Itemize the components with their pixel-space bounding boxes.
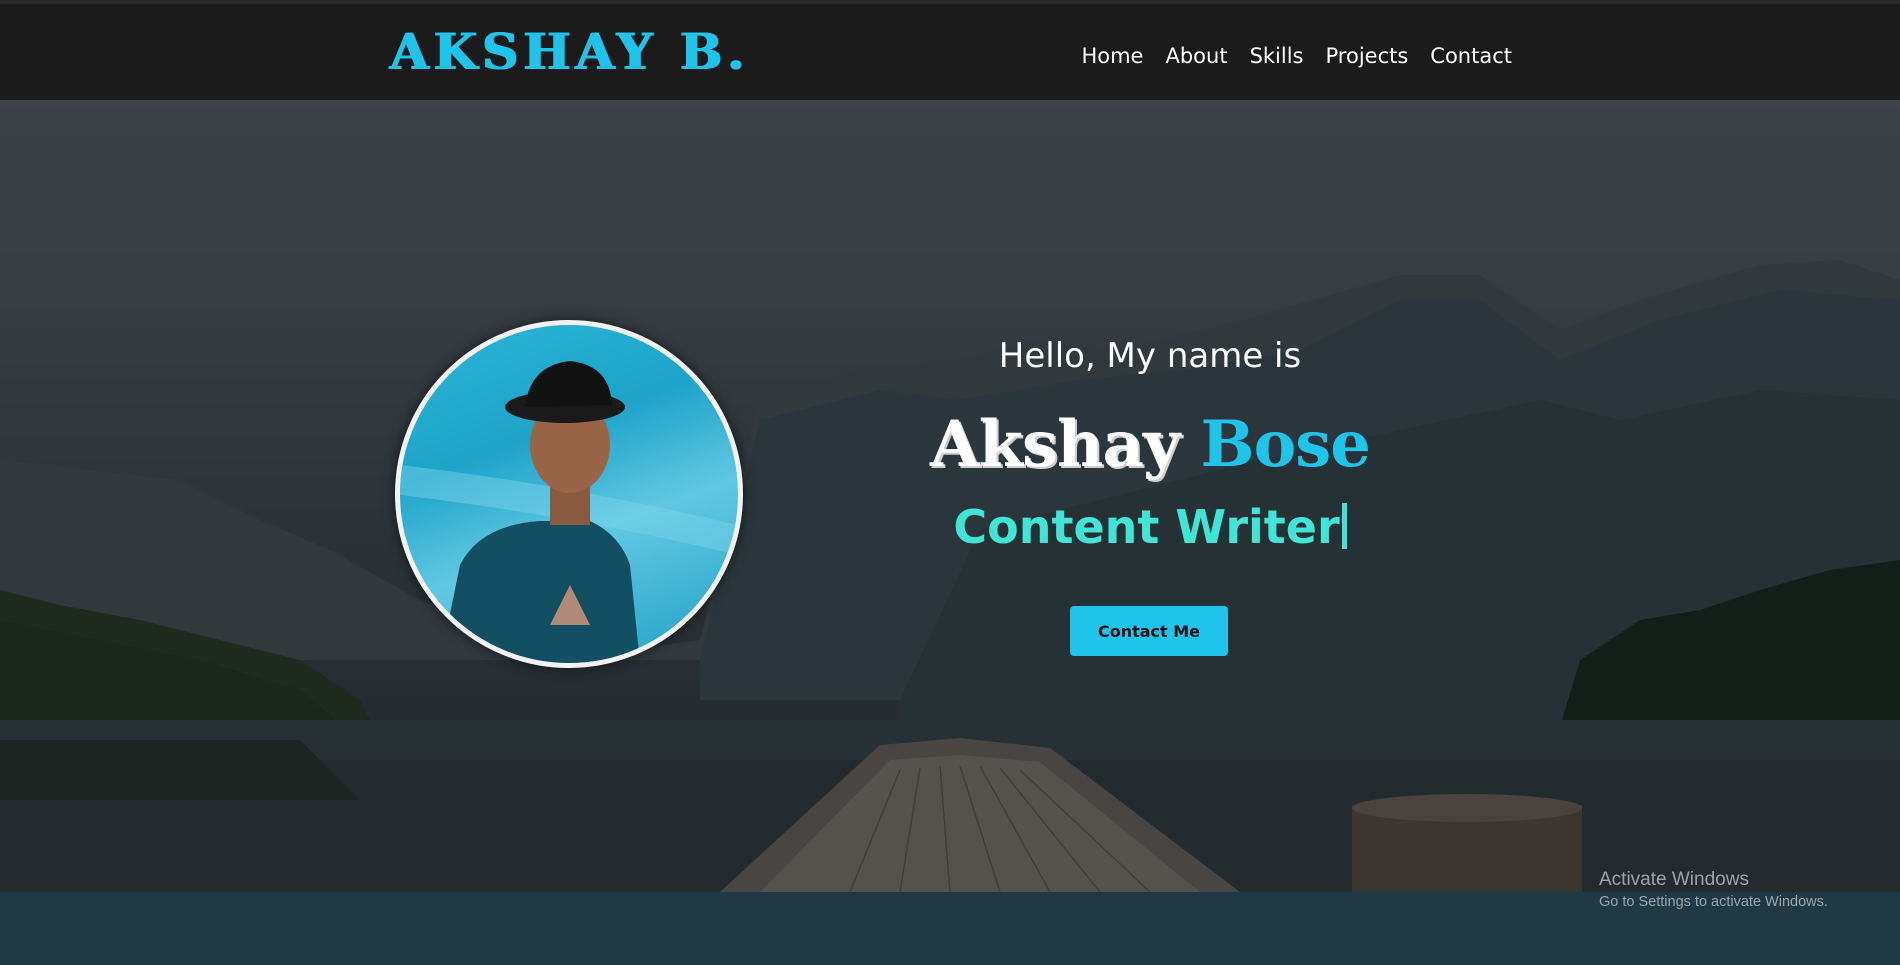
nav-link-about[interactable]: About xyxy=(1165,42,1227,70)
hero-overlay xyxy=(0,100,1900,892)
nav-links: Home About Skills Projects Contact xyxy=(1081,42,1512,70)
hero-last-name: Bose xyxy=(1200,407,1371,482)
contact-me-button[interactable]: Contact Me xyxy=(1070,606,1228,656)
navbar: AKSHAY B. Home About Skills Projects Con… xyxy=(0,0,1900,100)
hero-greeting: Hello, My name is xyxy=(998,336,1302,376)
hero-role: Content Writer xyxy=(850,500,1450,554)
hero-name: Akshay Bose xyxy=(850,400,1450,490)
windows-activation-watermark: Activate Windows Go to Settings to activ… xyxy=(1599,868,1828,912)
nav-link-home[interactable]: Home xyxy=(1081,42,1143,70)
nav-link-skills[interactable]: Skills xyxy=(1250,42,1304,70)
watermark-title: Activate Windows xyxy=(1599,869,1749,890)
watermark-subtitle: Go to Settings to activate Windows. xyxy=(1599,894,1828,910)
hero-role-text: Content Writer xyxy=(953,500,1340,554)
nav-link-contact[interactable]: Contact xyxy=(1430,42,1512,70)
hero-section: Hello, My name is Akshay Bose Content Wr… xyxy=(0,100,1900,892)
profile-photo xyxy=(400,361,738,663)
hero-first-name: Akshay xyxy=(929,407,1180,482)
brand-logo[interactable]: AKSHAY B. xyxy=(390,22,750,82)
nav-link-projects[interactable]: Projects xyxy=(1326,42,1409,70)
profile-avatar xyxy=(395,320,743,668)
typing-cursor xyxy=(1341,503,1347,549)
